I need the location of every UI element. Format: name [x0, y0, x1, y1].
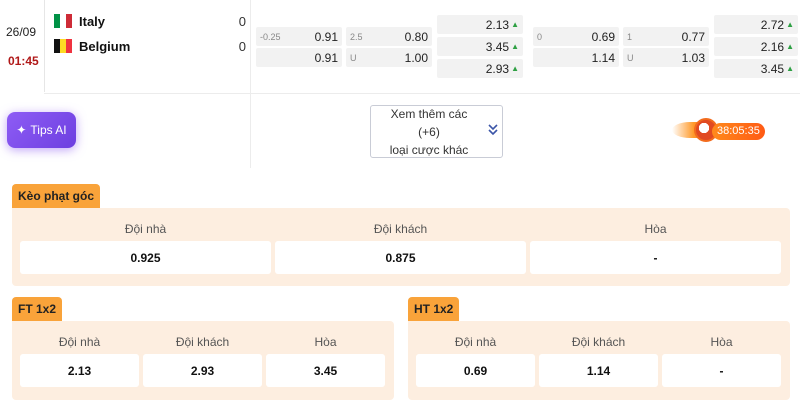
column-header: Đội nhà [454, 335, 497, 349]
corner-panel: Đội nhà Đội khách Hòa 0.925 0.875 - [12, 208, 790, 286]
odds-box[interactable]: - [662, 354, 781, 387]
odds-cell[interactable]: 3.45 ▲ [714, 59, 798, 78]
italy-flag-icon [54, 14, 72, 28]
odds-box[interactable]: 0.69 [416, 354, 535, 387]
ft-1x2-title: FT 1x2 [12, 297, 63, 321]
odds-cell[interactable]: U 1.00 [346, 48, 432, 67]
odds-cell[interactable]: 0 0.69 [533, 27, 619, 46]
odds-value: 2.93 [485, 61, 510, 76]
ht-1x2-panel: Đội nhà Đội khách Hòa 0.69 1.14 - [408, 321, 790, 400]
divider [250, 0, 251, 168]
sparkle-icon: ✦ [16, 123, 27, 137]
odds-cell[interactable]: 1 0.77 [623, 27, 709, 46]
match-time: 01:45 [8, 54, 39, 68]
column-header: Hòa [644, 222, 667, 236]
odds-cell[interactable]: 2.5 0.80 [346, 27, 432, 46]
odds-box[interactable]: 3.45 [266, 354, 385, 387]
more-bets-button[interactable]: Xem thêm các (+6) loại cược khác [370, 105, 503, 158]
away-team[interactable]: Belgium 0 [54, 36, 246, 56]
odds-value: 1.00 [404, 50, 428, 65]
odds-cell[interactable]: 2.72 ▲ [714, 15, 798, 34]
up-arrow-icon: ▲ [511, 64, 519, 73]
odds-value: 0.77 [681, 29, 705, 44]
column-header: Đội khách [175, 335, 230, 349]
odds-label: 2.5 [350, 31, 363, 42]
divider [44, 0, 45, 92]
odds-cell[interactable]: 3.45 ▲ [437, 37, 523, 56]
up-arrow-icon: ▲ [511, 20, 519, 29]
column-header: Đội khách [571, 335, 626, 349]
odds-cell[interactable]: 2.16 ▲ [714, 37, 798, 56]
odds-cell[interactable]: U 1.03 [623, 48, 709, 67]
tips-ai-button[interactable]: ✦ Tips AI [7, 112, 76, 148]
up-arrow-icon: ▲ [786, 20, 794, 29]
column-header: Đội nhà [58, 335, 101, 349]
match-date: 26/09 [6, 25, 37, 39]
home-score: 0 [238, 13, 246, 29]
more-bets-line1: Xem thêm các (+6) [390, 106, 468, 139]
odds-cell[interactable]: 0.91 [256, 48, 342, 67]
odds-cell[interactable]: -0.25 0.91 [256, 27, 342, 46]
odds-label: U [350, 52, 357, 63]
odds-label: -0.25 [260, 31, 281, 42]
ft-1x2-panel: Đội nhà Đội khách Hòa 2.13 2.93 3.45 [12, 321, 394, 400]
odds-value: 0.80 [404, 29, 428, 44]
odds-value: 2.13 [485, 17, 510, 32]
live-stream-badge[interactable]: 38:05:35 [672, 116, 765, 146]
double-chevron-down-icon [487, 123, 499, 141]
odds-value: 1.14 [591, 50, 615, 65]
odds-box[interactable]: 0.875 [275, 241, 526, 274]
up-arrow-icon: ▲ [511, 42, 519, 51]
column-header: Hòa [314, 335, 337, 349]
column-header: Hòa [710, 335, 733, 349]
odds-label: U [627, 52, 634, 63]
column-header: Đội nhà [124, 222, 167, 236]
odds-box[interactable]: - [530, 241, 781, 274]
home-team-name: Italy [79, 13, 106, 29]
tips-ai-label: Tips AI [30, 123, 67, 137]
odds-label: 1 [627, 31, 633, 42]
odds-value: 0.91 [314, 29, 338, 44]
belgium-flag-icon [54, 39, 72, 53]
corner-title: Kèo phạt góc [12, 184, 101, 208]
odds-value: 2.16 [760, 39, 785, 54]
away-team-name: Belgium [79, 38, 131, 54]
live-timer: 38:05:35 [712, 123, 765, 140]
odds-value: 1.03 [681, 50, 705, 65]
odds-box[interactable]: 2.93 [143, 354, 262, 387]
odds-cell[interactable]: 1.14 [533, 48, 619, 67]
odds-value: 2.72 [760, 17, 785, 32]
odds-value: 0.69 [591, 29, 615, 44]
odds-cell[interactable]: 2.93 ▲ [437, 59, 523, 78]
more-bets-line2: loại cược khác [389, 142, 469, 157]
home-team[interactable]: Italy 0 [54, 11, 246, 31]
away-score: 0 [238, 38, 246, 54]
odds-value: 3.45 [760, 61, 785, 76]
odds-box[interactable]: 0.925 [20, 241, 271, 274]
up-arrow-icon: ▲ [786, 42, 794, 51]
ht-1x2-title: HT 1x2 [408, 297, 460, 321]
divider [44, 93, 800, 94]
odds-box[interactable]: 1.14 [539, 354, 658, 387]
odds-cell[interactable]: 2.13 ▲ [437, 15, 523, 34]
up-arrow-icon: ▲ [786, 64, 794, 73]
odds-value: 3.45 [485, 39, 510, 54]
odds-box[interactable]: 2.13 [20, 354, 139, 387]
column-header: Đội khách [373, 222, 428, 236]
odds-label: 0 [537, 31, 543, 42]
odds-value: 0.91 [314, 50, 338, 65]
